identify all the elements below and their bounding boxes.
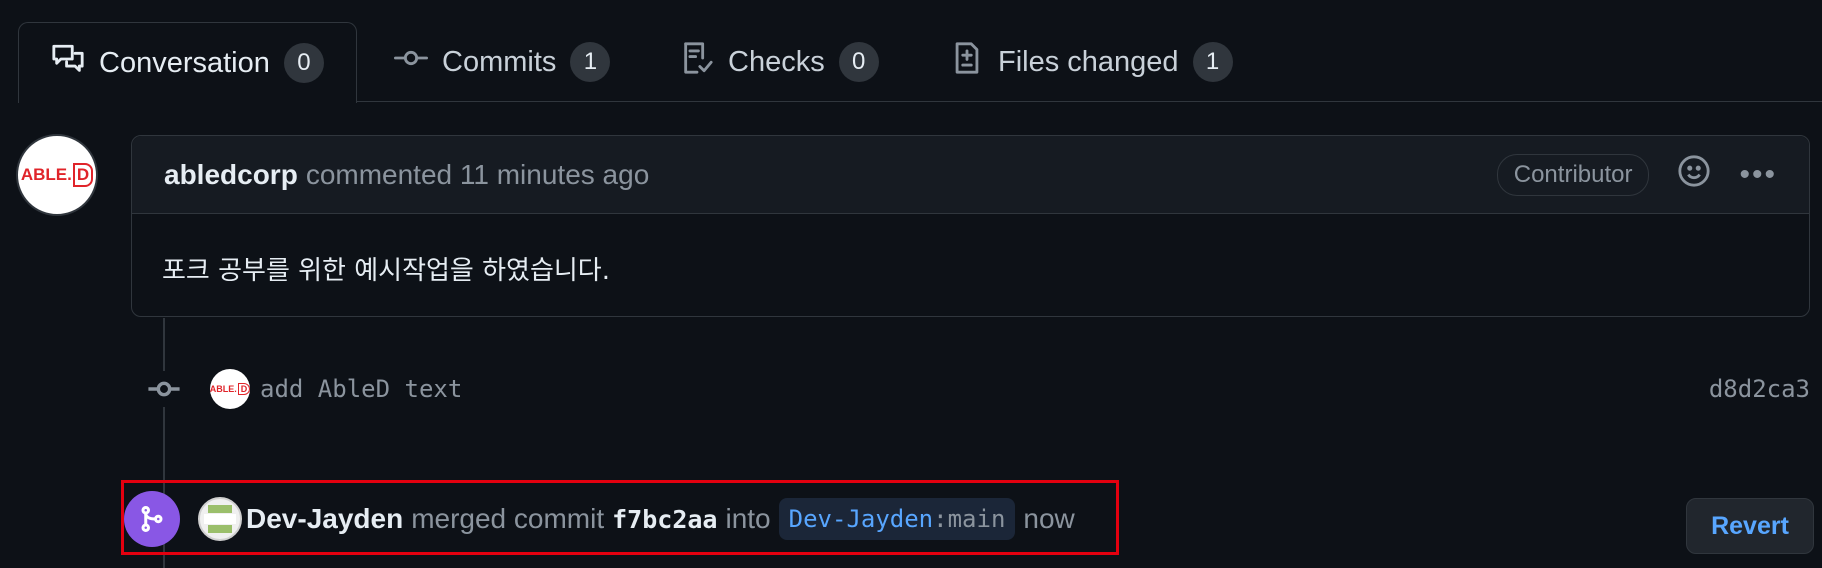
tab-label: Conversation	[99, 46, 270, 79]
tab-label: Commits	[442, 45, 557, 78]
merge-verb: merged commit	[411, 503, 605, 534]
tab-counter: 1	[570, 42, 611, 82]
comment-body: 포크 공부를 위한 예시작업을 하였습니다.	[162, 256, 610, 286]
contributor-badge: Contributor	[1496, 153, 1650, 196]
abled-logo: ABLE. D	[210, 383, 250, 395]
timeline-merge-event: Dev-Jayden merged commit f7bc2aa into De…	[124, 483, 1820, 555]
comment-author-link[interactable]: abledcorp	[164, 159, 298, 191]
timeline-commit-item: ABLE. D add AbleD text d8d2ca3	[146, 367, 1810, 411]
tab-files-changed[interactable]: Files changed 1	[950, 22, 1233, 102]
avatar[interactable]	[198, 497, 242, 541]
abled-logo: ABLE. D	[21, 163, 94, 187]
kebab-menu-icon[interactable]: •••	[1739, 159, 1777, 190]
commit-message-link[interactable]: add AbleD text	[260, 375, 462, 403]
target-branch-label[interactable]: Dev-Jayden:main	[778, 498, 1016, 540]
revert-button[interactable]: Revert	[1686, 498, 1814, 554]
checklist-icon	[680, 41, 714, 83]
file-diff-icon	[950, 41, 984, 83]
tab-conversation[interactable]: Conversation 0	[18, 22, 357, 103]
commit-sha-link[interactable]: d8d2ca3	[1709, 375, 1810, 403]
tab-counter: 0	[838, 42, 879, 82]
smiley-icon[interactable]	[1677, 154, 1711, 195]
tab-counter: 1	[1192, 42, 1233, 82]
tab-commits[interactable]: Commits 1	[394, 22, 611, 102]
merge-commit-link[interactable]: f7bc2aa	[612, 505, 717, 534]
git-merge-icon	[124, 491, 180, 547]
comment-header: abledcorp commented 11 minutes ago Contr…	[132, 136, 1809, 214]
tab-checks[interactable]: Checks 0	[680, 22, 879, 102]
merge-time[interactable]: now	[1023, 503, 1074, 535]
tab-label: Files changed	[998, 45, 1179, 78]
merge-description: Dev-Jayden merged commit f7bc2aa into De…	[246, 498, 1075, 540]
pr-tab-bar: Conversation 0 Commits 1 Checks 0 Files …	[18, 22, 1822, 103]
comment-discussion-icon	[51, 42, 85, 84]
avatar[interactable]: ABLE. D	[16, 134, 98, 216]
comment-timestamp[interactable]: commented 11 minutes ago	[306, 159, 649, 191]
git-commit-icon	[146, 371, 182, 407]
git-commit-icon	[394, 41, 428, 83]
merge-into-label: into	[725, 503, 771, 534]
tab-counter: 0	[283, 43, 324, 83]
pull-request-page: Conversation 0 Commits 1 Checks 0 Files …	[0, 0, 1822, 568]
avatar[interactable]: ABLE. D	[210, 369, 250, 409]
comment-box: abledcorp commented 11 minutes ago Contr…	[131, 135, 1810, 317]
merge-user-link[interactable]: Dev-Jayden	[246, 503, 403, 535]
tab-label: Checks	[728, 45, 825, 78]
